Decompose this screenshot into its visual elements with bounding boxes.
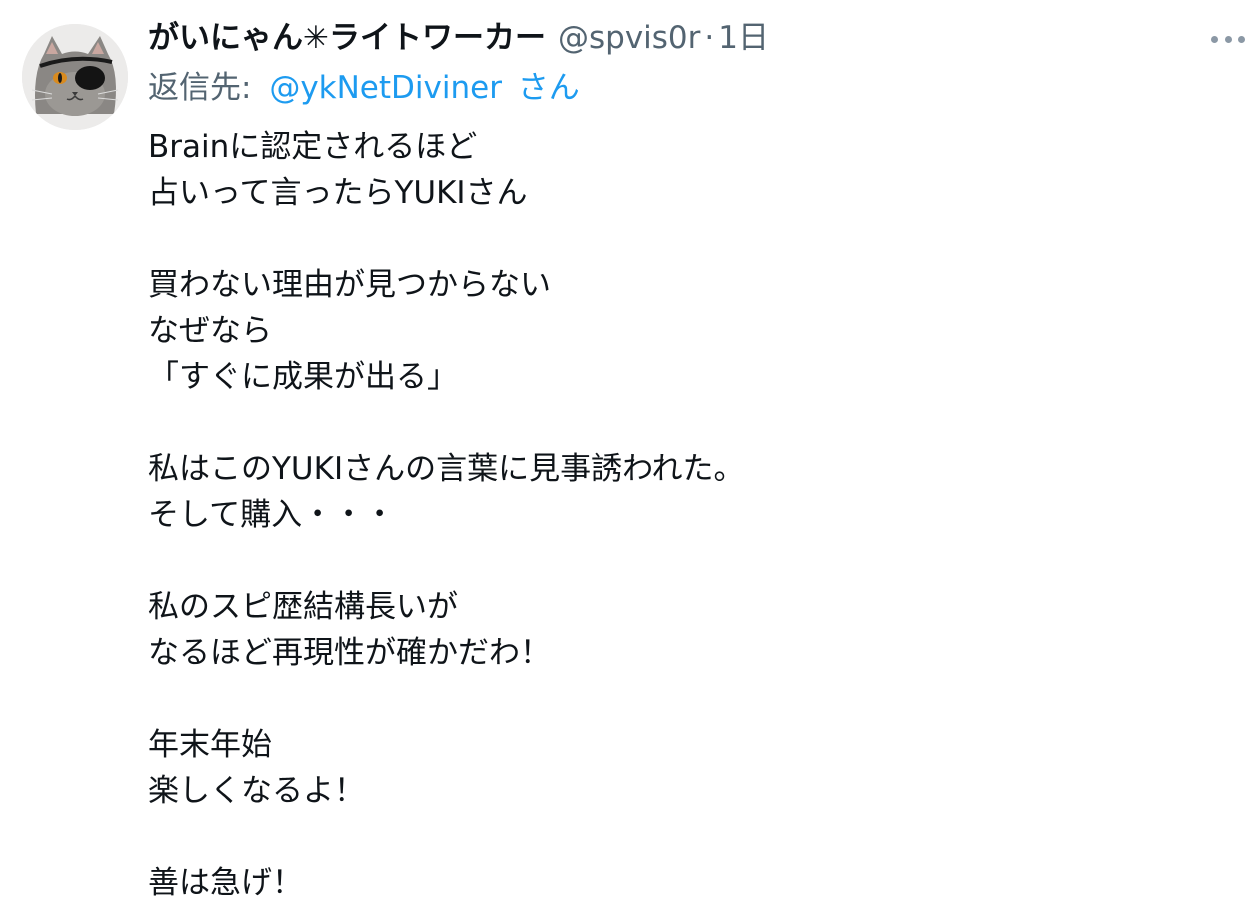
cat-avatar-icon [22, 24, 128, 130]
tweet-text: Brainに認定されるほど 占いって言ったらYUKIさん 買わない理由が見つから… [148, 124, 1228, 906]
tweet-text-line: なぜなら [148, 313, 272, 349]
tweet-text-line: そして購入・・・ [148, 497, 396, 533]
tweet-text-line: なるほど再現性が確かだわ！ [148, 635, 551, 671]
tweet-header: がいにゃん✳︎ライトワーカー @spvis0r · 1日 [148, 16, 769, 60]
display-name[interactable]: がいにゃん✳︎ライトワーカー [148, 16, 546, 60]
reply-to-suffix: さん [517, 70, 580, 106]
tweet-text-line: 買わない理由が見つからない [148, 267, 551, 303]
tweet-text-line: 私はこのYUKIさんの言葉に見事誘われた。 [148, 451, 745, 487]
reply-to-mention-link[interactable]: @ykNetDiviner [269, 70, 502, 106]
tweet-text-line: 占いって言ったらYUKIさん [148, 175, 528, 211]
more-dot [1238, 35, 1245, 43]
more-dot [1211, 35, 1218, 43]
tweet-text-line: 「すぐに成果が出る」 [148, 359, 458, 395]
more-dots-icon[interactable] [1211, 26, 1245, 52]
avatar[interactable] [22, 24, 128, 130]
reply-to: 返信先: @ykNetDiviner さん [148, 66, 580, 110]
tweet-text-line: Brainに認定されるほど [148, 129, 478, 165]
tweet-text-line: 楽しくなるよ！ [148, 773, 365, 809]
more-dot [1224, 35, 1232, 43]
tweet: がいにゃん✳︎ライトワーカー @spvis0r · 1日 返信先: @ykNet… [0, 0, 1257, 918]
separator-dot: · [704, 20, 715, 56]
timestamp[interactable]: 1日 [718, 16, 769, 60]
tweet-text-line: 私のスピ歴結構長いが [148, 589, 458, 625]
reply-to-label: 返信先: [148, 70, 252, 106]
tweet-text-line: 善は急げ！ [148, 865, 303, 901]
tweet-text-line: 年末年始 [148, 727, 272, 763]
user-handle[interactable]: @spvis0r [558, 16, 700, 60]
